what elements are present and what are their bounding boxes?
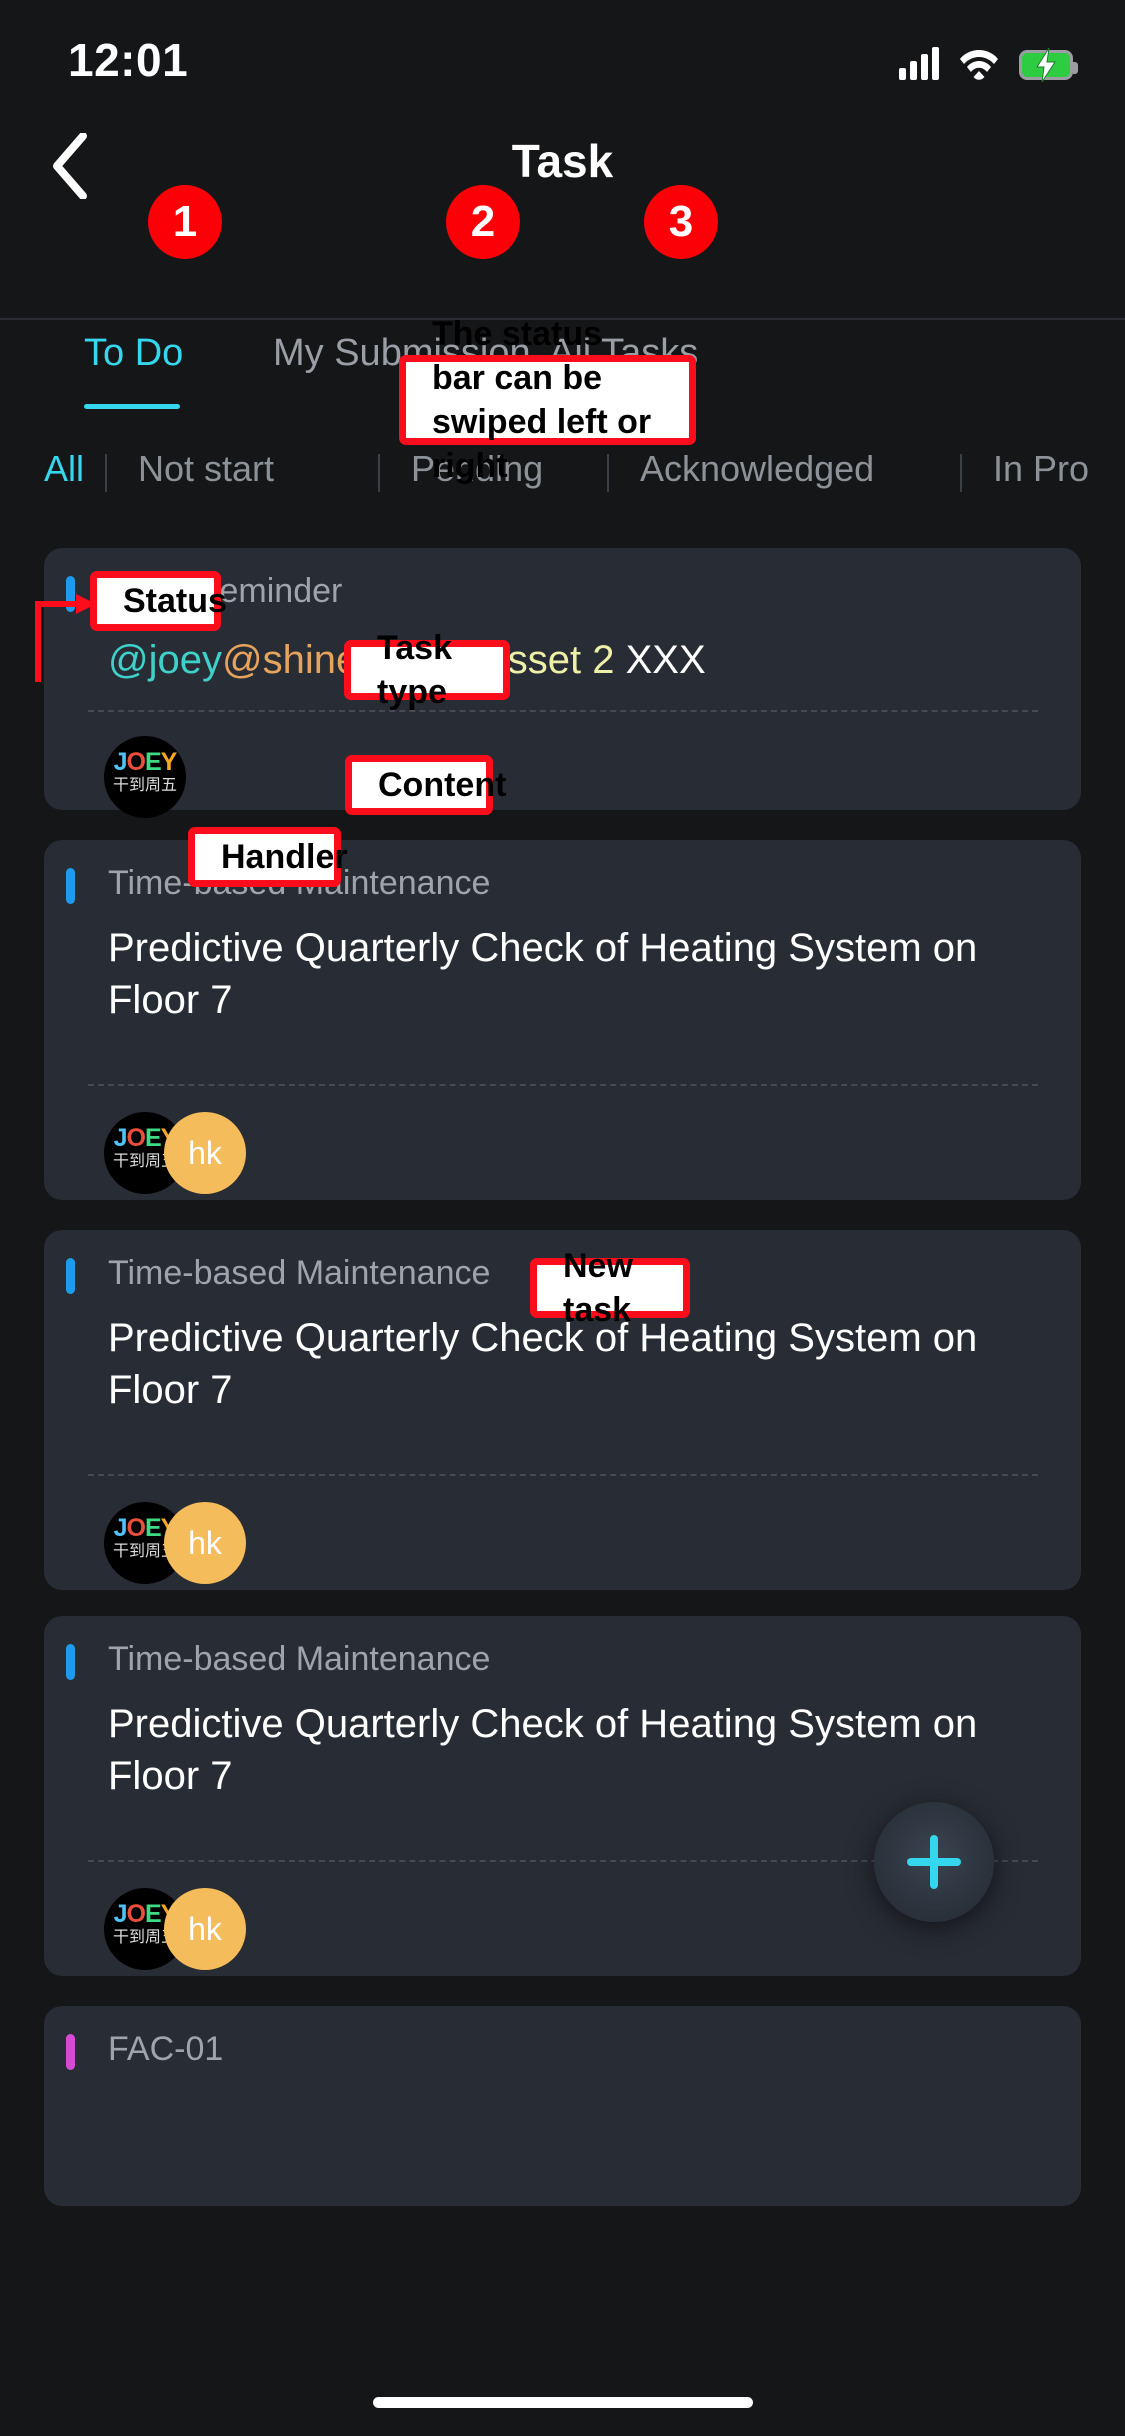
card-divider	[88, 710, 1038, 712]
battery-charging-icon	[1019, 48, 1078, 82]
wifi-icon	[959, 46, 999, 80]
card-accent-bar	[66, 1258, 75, 1294]
card-accent-bar	[66, 2034, 75, 2070]
callout-new-task: New task	[530, 1247, 690, 1329]
callout-text: Handler	[221, 838, 348, 876]
task-content: Predictive Quarterly Check of Heating Sy…	[108, 926, 978, 1022]
annotation-badge-2: 2	[446, 185, 520, 259]
task-card[interactable]: Time-based Maintenance Predictive Quarte…	[44, 1616, 1081, 1976]
callout-text: The status bar can be swiped left or rig…	[432, 315, 652, 485]
task-type-label: FAC-01	[108, 2030, 224, 2068]
tab-active-indicator	[84, 404, 180, 409]
filter-chip-in-progress[interactable]: In Pro	[993, 448, 1089, 490]
avatar-joey[interactable]: JOEY 干到周五	[104, 736, 186, 818]
card-accent-bar	[66, 1644, 75, 1680]
callout-text: Content	[378, 766, 507, 804]
callout-handler: Handler	[188, 827, 348, 887]
annotation-badge-1: 1	[148, 185, 222, 259]
tab-to-do[interactable]: To Do	[84, 332, 183, 375]
mention-joey[interactable]: @joey	[108, 638, 222, 682]
callout-text: New task	[563, 1247, 633, 1329]
callout-text: Status	[123, 582, 227, 620]
card-accent-bar	[66, 868, 75, 904]
callout-task-type: Task type	[344, 629, 510, 711]
task-card[interactable]: FAC-01	[44, 2006, 1081, 2206]
mention-suffix: XXX	[614, 638, 706, 682]
new-task-fab[interactable]	[874, 1802, 994, 1922]
status-bar-icons	[899, 38, 1078, 82]
task-type-label: Time-based Maintenance	[108, 1254, 491, 1292]
callout-content: Content	[345, 755, 506, 815]
callout-status: Status	[90, 571, 227, 631]
handler-avatars[interactable]: JOEY 干到周五	[104, 736, 186, 818]
avatar-subtitle: 干到周五	[112, 777, 177, 794]
task-card[interactable]: Time-based Maintenance Predictive Quarte…	[44, 840, 1081, 1200]
card-divider	[88, 1084, 1038, 1086]
avatar-hk[interactable]: hk	[164, 1502, 246, 1584]
filter-chip-not-start[interactable]: Not start	[138, 448, 274, 490]
card-divider	[88, 1474, 1038, 1476]
annotation-badge-3: 3	[644, 185, 718, 259]
handler-avatars[interactable]: JOEY 干到周五 hk	[104, 1112, 246, 1194]
avatar-hk[interactable]: hk	[164, 1112, 246, 1194]
filter-chip-all[interactable]: All	[44, 448, 84, 490]
task-list[interactable]: Audit Reminder @joey@shine@Test Asset 2 …	[0, 530, 1125, 2436]
status-bar-time: 12:01	[68, 34, 189, 86]
handler-avatars[interactable]: JOEY 干到周五 hk	[104, 1888, 246, 1970]
signal-bars-icon	[899, 46, 939, 80]
avatar-hk[interactable]: hk	[164, 1888, 246, 1970]
mention-shine[interactable]: @shine	[222, 638, 358, 682]
filter-separator	[105, 454, 107, 492]
page-title: Task	[511, 135, 614, 187]
status-bar: 12:01	[0, 0, 1125, 110]
filter-separator	[960, 454, 962, 492]
filter-separator	[378, 454, 380, 492]
callout-status-bar-swipe: The status bar can be swiped left or rig…	[399, 315, 696, 485]
home-indicator	[372, 2397, 753, 2408]
task-type-label: Time-based Maintenance	[108, 1640, 491, 1678]
callout-text: Task type	[377, 629, 452, 711]
task-content: Predictive Quarterly Check of Heating Sy…	[108, 1702, 978, 1798]
handler-avatars[interactable]: JOEY 干到周五 hk	[104, 1502, 246, 1584]
